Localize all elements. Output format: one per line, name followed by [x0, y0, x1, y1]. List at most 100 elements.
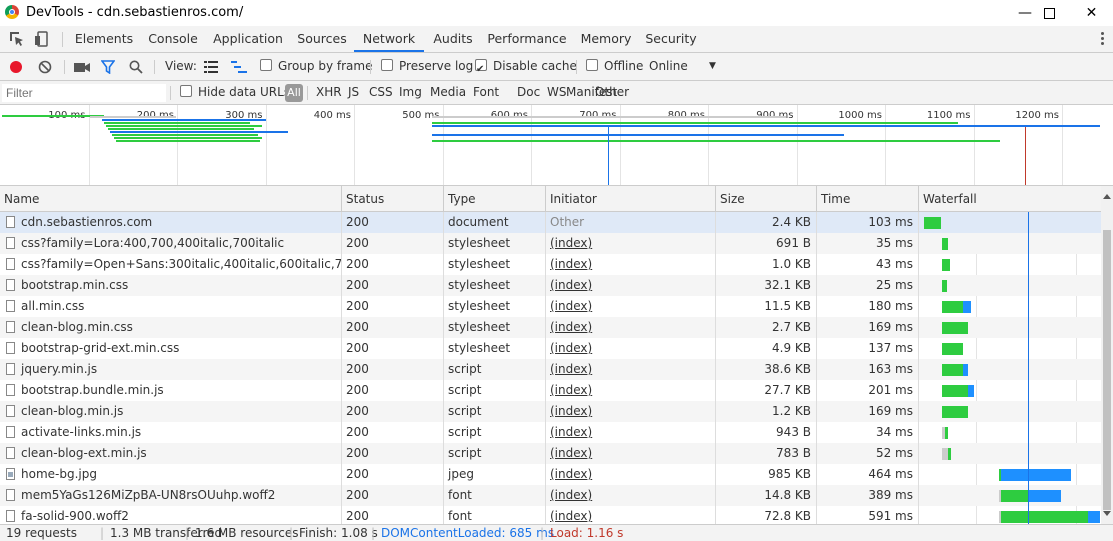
initiator-link[interactable]: (index) — [550, 341, 592, 355]
scroll-down-icon[interactable] — [1103, 511, 1111, 516]
cell-initiator[interactable]: (index) — [546, 317, 716, 338]
cell-initiator[interactable]: (index) — [546, 380, 716, 401]
initiator-link[interactable]: (index) — [550, 257, 592, 271]
request-name[interactable]: bootstrap-grid-ext.min.css — [21, 341, 179, 355]
vertical-scrollbar[interactable] — [1101, 186, 1113, 524]
screenshot-capture-icon[interactable] — [74, 61, 90, 73]
request-name[interactable]: bootstrap.bundle.min.js — [21, 383, 164, 397]
network-overview[interactable]: 100 ms200 ms300 ms400 ms500 ms600 ms700 … — [0, 105, 1113, 186]
table-row[interactable]: bootstrap.bundle.min.js 200 script (index) 2… — [0, 380, 1101, 401]
maximize-button[interactable] — [1026, 0, 1072, 26]
request-name[interactable]: activate-links.min.js — [21, 425, 141, 439]
initiator-link[interactable]: (index) — [550, 236, 592, 250]
table-row[interactable]: css?family=Lora:400,700,400italic,700ita… — [0, 233, 1101, 254]
initiator-link[interactable]: (index) — [550, 320, 592, 334]
request-name[interactable]: all.min.css — [21, 299, 84, 313]
initiator-link[interactable]: (index) — [550, 362, 592, 376]
type-filter-media[interactable]: Media — [430, 81, 466, 104]
record-icon[interactable] — [9, 60, 23, 74]
cell-initiator[interactable]: (index) — [546, 401, 716, 422]
cell-initiator[interactable]: (index) — [546, 485, 716, 506]
search-icon[interactable] — [129, 60, 143, 74]
inspect-element-icon[interactable] — [9, 31, 25, 47]
scroll-up-icon[interactable] — [1103, 194, 1111, 199]
type-filter-font[interactable]: Font — [473, 81, 499, 104]
tab-network[interactable]: Network — [354, 26, 424, 52]
large-rows-icon[interactable] — [204, 61, 218, 73]
table-row[interactable]: fa-solid-900.woff2 200 font (index) 72.8 KB 5… — [0, 506, 1101, 524]
cell-initiator[interactable]: (index) — [546, 506, 716, 524]
table-row[interactable]: all.min.css 200 stylesheet (index) 11.5 KB 18… — [0, 296, 1101, 317]
initiator-link[interactable]: (index) — [550, 446, 592, 460]
table-row[interactable]: bootstrap.min.css 200 stylesheet (index) 32.… — [0, 275, 1101, 296]
table-row[interactable]: clean-blog.min.css 200 stylesheet (index) 2.… — [0, 317, 1101, 338]
type-filter-doc[interactable]: Doc — [517, 81, 540, 104]
clear-icon[interactable] — [38, 60, 52, 74]
initiator-link[interactable]: (index) — [550, 509, 592, 523]
request-name[interactable]: css?family=Open+Sans:300italic,400italic… — [21, 257, 341, 271]
request-name[interactable]: cdn.sebastienros.com — [21, 215, 152, 229]
type-filter-img[interactable]: Img — [399, 81, 422, 104]
initiator-link[interactable]: (index) — [550, 467, 592, 481]
request-name[interactable]: clean-blog.min.css — [21, 320, 133, 334]
column-header-status[interactable]: Status — [342, 186, 444, 212]
table-row[interactable]: activate-links.min.js 200 script (index) 943… — [0, 422, 1101, 443]
table-row[interactable]: mem5YaGs126MiZpBA-UN8rsOUuhp.woff2 200 fon… — [0, 485, 1101, 506]
group-by-frame-checkbox[interactable]: Group by frame — [260, 53, 372, 80]
offline-checkbox[interactable]: Offline — [586, 53, 643, 80]
initiator-link[interactable]: (index) — [550, 299, 592, 313]
table-row[interactable]: jquery.min.js 200 script (index) 38.6 KB 163 … — [0, 359, 1101, 380]
cell-initiator[interactable]: (index) — [546, 254, 716, 275]
type-filter-xhr[interactable]: XHR — [316, 81, 342, 104]
tab-sources[interactable]: Sources — [290, 26, 354, 52]
request-name[interactable]: mem5YaGs126MiZpBA-UN8rsOUuhp.woff2 — [21, 488, 275, 502]
request-name[interactable]: jquery.min.js — [21, 362, 97, 376]
cell-initiator[interactable]: (index) — [546, 275, 716, 296]
tab-audits[interactable]: Audits — [424, 26, 482, 52]
type-filter-css[interactable]: CSS — [369, 81, 393, 104]
more-options-icon[interactable] — [1101, 32, 1104, 46]
disable-cache-checkbox[interactable]: Disable cache — [475, 53, 577, 83]
scrollbar-thumb[interactable] — [1103, 230, 1111, 510]
cell-initiator[interactable]: (index) — [546, 422, 716, 443]
cell-initiator[interactable]: (index) — [546, 359, 716, 380]
filter-input[interactable] — [2, 84, 166, 102]
column-header-type[interactable]: Type — [444, 186, 546, 212]
type-filter-other[interactable]: Other — [595, 81, 629, 104]
cell-initiator[interactable]: (index) — [546, 464, 716, 485]
table-row[interactable]: css?family=Open+Sans:300italic,400italic… — [0, 254, 1101, 275]
column-header-waterfall[interactable]: Waterfall — [919, 186, 1101, 212]
initiator-link[interactable]: (index) — [550, 404, 592, 418]
column-header-initiator[interactable]: Initiator — [546, 186, 716, 212]
tab-memory[interactable]: Memory — [573, 26, 639, 52]
initiator-link[interactable]: (index) — [550, 425, 592, 439]
type-filter-ws[interactable]: WS — [547, 81, 566, 104]
initiator-link[interactable]: (index) — [550, 383, 592, 397]
device-toolbar-icon[interactable] — [34, 31, 50, 47]
table-row[interactable]: cdn.sebastienros.com 200 document Other 2.4 … — [0, 212, 1101, 233]
request-name[interactable]: bootstrap.min.css — [21, 278, 128, 292]
request-name[interactable]: home-bg.jpg — [21, 467, 97, 481]
throttling-select[interactable]: Online ▼ — [649, 53, 716, 80]
close-button[interactable]: ✕ — [1070, 0, 1113, 26]
tab-application[interactable]: Application — [207, 26, 289, 52]
initiator-link[interactable]: (index) — [550, 488, 592, 502]
table-row[interactable]: home-bg.jpg 200 jpeg (index) 985 KB 464 ms — [0, 464, 1101, 485]
filter-icon[interactable] — [101, 60, 115, 74]
type-filter-js[interactable]: JS — [348, 81, 359, 104]
initiator-link[interactable]: (index) — [550, 278, 592, 292]
request-name[interactable]: clean-blog.min.js — [21, 404, 123, 418]
table-row[interactable]: clean-blog-ext.min.js 200 script (index) 783… — [0, 443, 1101, 464]
tab-performance[interactable]: Performance — [482, 26, 572, 52]
tab-console[interactable]: Console — [140, 26, 206, 52]
waterfall-overview-icon[interactable] — [231, 61, 247, 73]
table-row[interactable]: clean-blog.min.js 200 script (index) 1.2 KB 1… — [0, 401, 1101, 422]
cell-initiator[interactable]: (index) — [546, 296, 716, 317]
request-name[interactable]: css?family=Lora:400,700,400italic,700ita… — [21, 236, 284, 250]
column-header-size[interactable]: Size — [716, 186, 817, 212]
cell-initiator[interactable]: (index) — [546, 233, 716, 254]
cell-initiator[interactable]: (index) — [546, 443, 716, 464]
preserve-log-checkbox[interactable]: Preserve log — [381, 53, 473, 80]
hide-data-urls-checkbox[interactable]: Hide data URLs — [180, 81, 290, 104]
tab-elements[interactable]: Elements — [69, 26, 139, 52]
